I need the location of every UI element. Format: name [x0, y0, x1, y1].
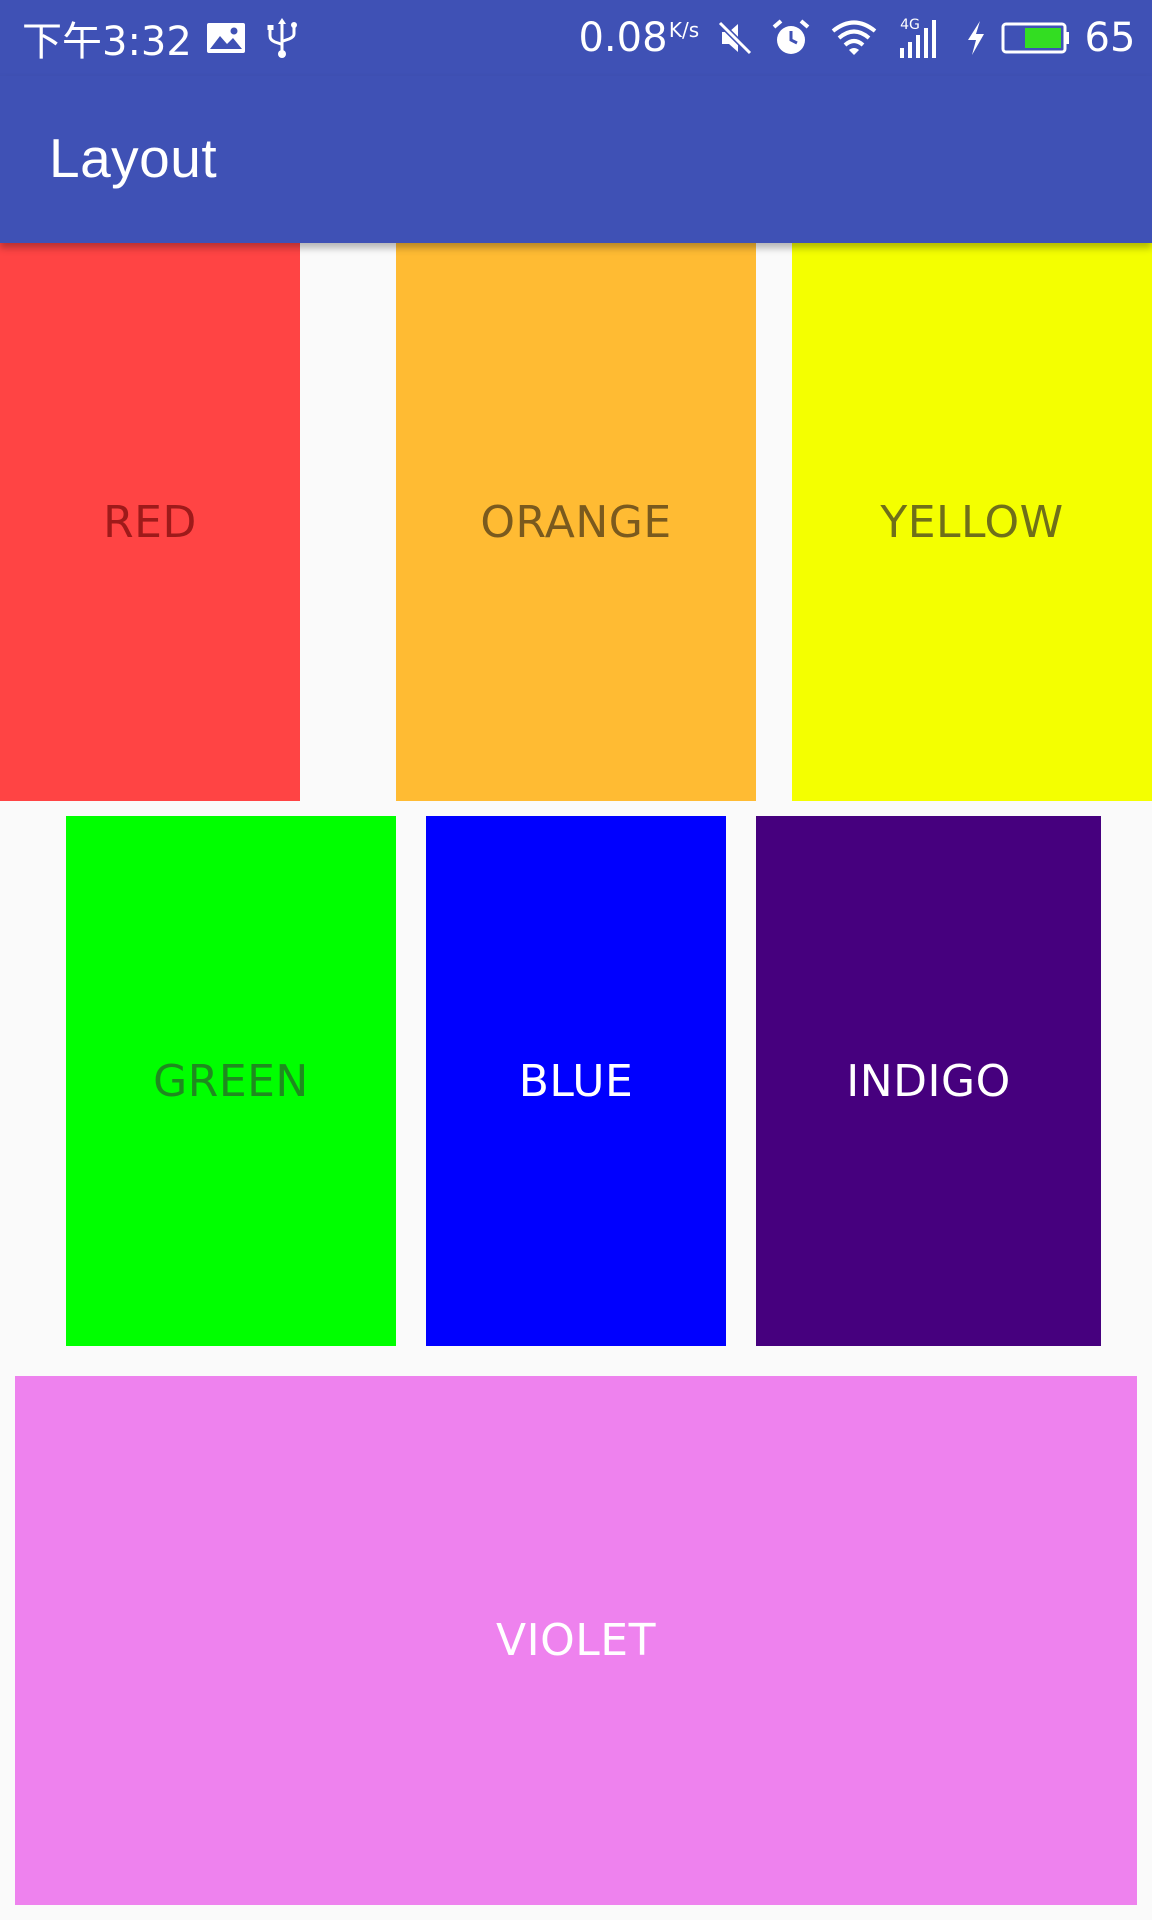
block-violet-label: VIOLET — [496, 1615, 656, 1666]
battery-icon — [1000, 0, 1072, 76]
usb-icon — [264, 0, 300, 76]
block-orange-label: ORANGE — [480, 496, 672, 548]
block-blue-label: BLUE — [518, 1055, 634, 1107]
block-yellow-label: YELLOW — [880, 496, 1064, 548]
image-icon — [205, 0, 247, 76]
block-red: RED — [0, 243, 300, 801]
app-title: Layout — [49, 127, 218, 189]
block-blue: BLUE — [426, 816, 726, 1346]
wifi-icon — [830, 0, 878, 76]
battery-level: 65 — [1084, 15, 1136, 61]
network-speed: 0.08 — [578, 15, 668, 61]
app-bar: Layout — [0, 76, 1152, 243]
alarm-icon — [770, 0, 812, 76]
network-type: 4G — [900, 17, 920, 33]
block-green-label: GREEN — [153, 1055, 309, 1107]
charging-icon — [962, 0, 990, 76]
mute-icon — [715, 0, 755, 76]
block-violet: VIOLET — [15, 1376, 1137, 1905]
block-orange: ORANGE — [396, 243, 756, 801]
block-green: GREEN — [66, 816, 396, 1346]
block-indigo-label: INDIGO — [846, 1055, 1011, 1107]
network-speed-unit: K/s — [668, 18, 700, 42]
status-bar: 下午3:32 0.08 K/s 4G 65 — [0, 0, 1152, 76]
block-yellow: YELLOW — [792, 243, 1152, 801]
status-time: 下午3:32 — [22, 19, 192, 65]
block-red-label: RED — [103, 496, 197, 548]
block-indigo: INDIGO — [756, 816, 1101, 1346]
